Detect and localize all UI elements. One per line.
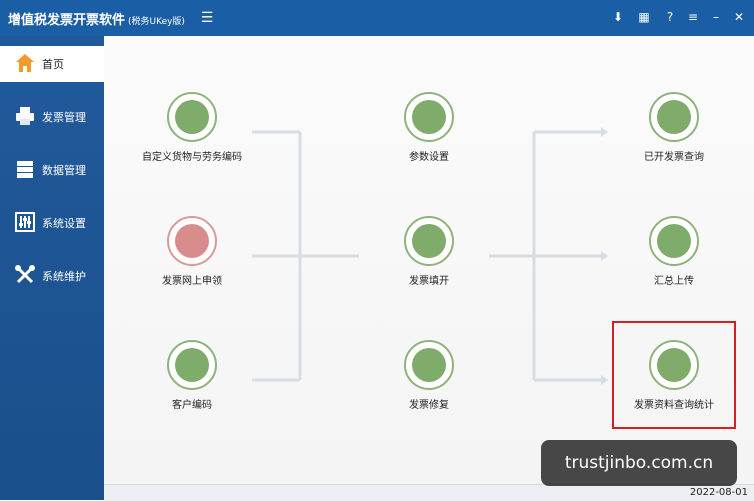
help-icon[interactable]: ?: [661, 7, 679, 27]
sidebar-item-label: 发票管理: [42, 111, 86, 124]
sidebar-item-system-settings[interactable]: 系统设置: [0, 205, 104, 241]
tile-label: 客户编码: [172, 400, 212, 411]
tile-invoice-fill[interactable]: 发票填开: [359, 216, 499, 306]
tile-goods-service-code[interactable]: 自定义货物与劳务编码: [122, 92, 262, 182]
highlight-box: [612, 321, 736, 429]
tile-customer-code[interactable]: 客户编码: [122, 340, 262, 430]
tile-label: 自定义货物与劳务编码: [142, 152, 242, 163]
database-icon: [17, 161, 33, 178]
tile-invoice-repair[interactable]: 发票修复: [359, 340, 499, 430]
tile-online-invoice-apply[interactable]: 发票网上申领: [122, 216, 262, 306]
summary-upload-icon: [649, 216, 699, 266]
close-icon[interactable]: ✕: [730, 7, 748, 27]
sidebar-item-label: 系统设置: [42, 217, 86, 230]
download-icon[interactable]: ⬇: [609, 7, 627, 27]
sliders-icon: [15, 212, 35, 232]
sidebar-item-home[interactable]: 首页: [0, 46, 104, 82]
grid-icon[interactable]: ▦: [635, 7, 653, 27]
tile-parameter-settings[interactable]: 参数设置: [359, 92, 499, 182]
sidebar-item-label: 数据管理: [42, 164, 86, 177]
issued-invoice-query-icon: [649, 92, 699, 142]
status-bar: 2022-08-01: [104, 484, 754, 501]
home-icon: [16, 54, 34, 72]
invoice-repair-icon: [404, 340, 454, 390]
printer-icon: [16, 107, 34, 125]
watermark: trustjinbo.com.cn: [541, 440, 737, 486]
menu-lines-icon[interactable]: ☰: [198, 9, 216, 27]
app-subtitle: (税务UKey版): [128, 17, 185, 27]
title-bar: 增值税发票开票软件 (税务UKey版) ☰ ⬇ ▦ ? ≡ – ✕: [0, 0, 754, 36]
tile-summary-upload[interactable]: 汇总上传: [604, 216, 744, 306]
main-content: 自定义货物与劳务编码 发票网上申领 客户编码 参数设置 发票填开 发票修复 已开…: [104, 36, 754, 484]
minimize-icon[interactable]: –: [707, 7, 725, 27]
tile-label: 发票填开: [409, 276, 449, 287]
parameter-settings-icon: [404, 92, 454, 142]
tile-label: 参数设置: [409, 152, 449, 163]
sidebar: 首页 发票管理 数据管理 系统设置 系统维护: [0, 36, 104, 500]
tile-label: 已开发票查询: [644, 152, 704, 163]
tile-label: 发票网上申领: [162, 276, 222, 287]
sidebar-item-label: 首页: [42, 58, 64, 71]
invoice-fill-icon: [404, 216, 454, 266]
goods-code-icon: [167, 92, 217, 142]
sidebar-item-label: 系统维护: [42, 270, 86, 283]
tools-icon: [15, 265, 35, 284]
customer-code-icon: [167, 340, 217, 390]
list-icon[interactable]: ≡: [684, 7, 702, 27]
tile-label: 发票修复: [409, 400, 449, 411]
app-title: 增值税发票开票软件 (税务UKey版): [8, 9, 185, 28]
tile-label: 汇总上传: [654, 276, 694, 287]
app-title-text: 增值税发票开票软件: [8, 13, 126, 28]
online-apply-icon: [167, 216, 217, 266]
sidebar-item-system-maintenance[interactable]: 系统维护: [0, 258, 104, 294]
sidebar-item-data-management[interactable]: 数据管理: [0, 152, 104, 188]
date-label: 2022-08-01: [689, 487, 748, 498]
tile-issued-invoice-query[interactable]: 已开发票查询: [604, 92, 744, 182]
sidebar-item-invoice-management[interactable]: 发票管理: [0, 99, 104, 135]
